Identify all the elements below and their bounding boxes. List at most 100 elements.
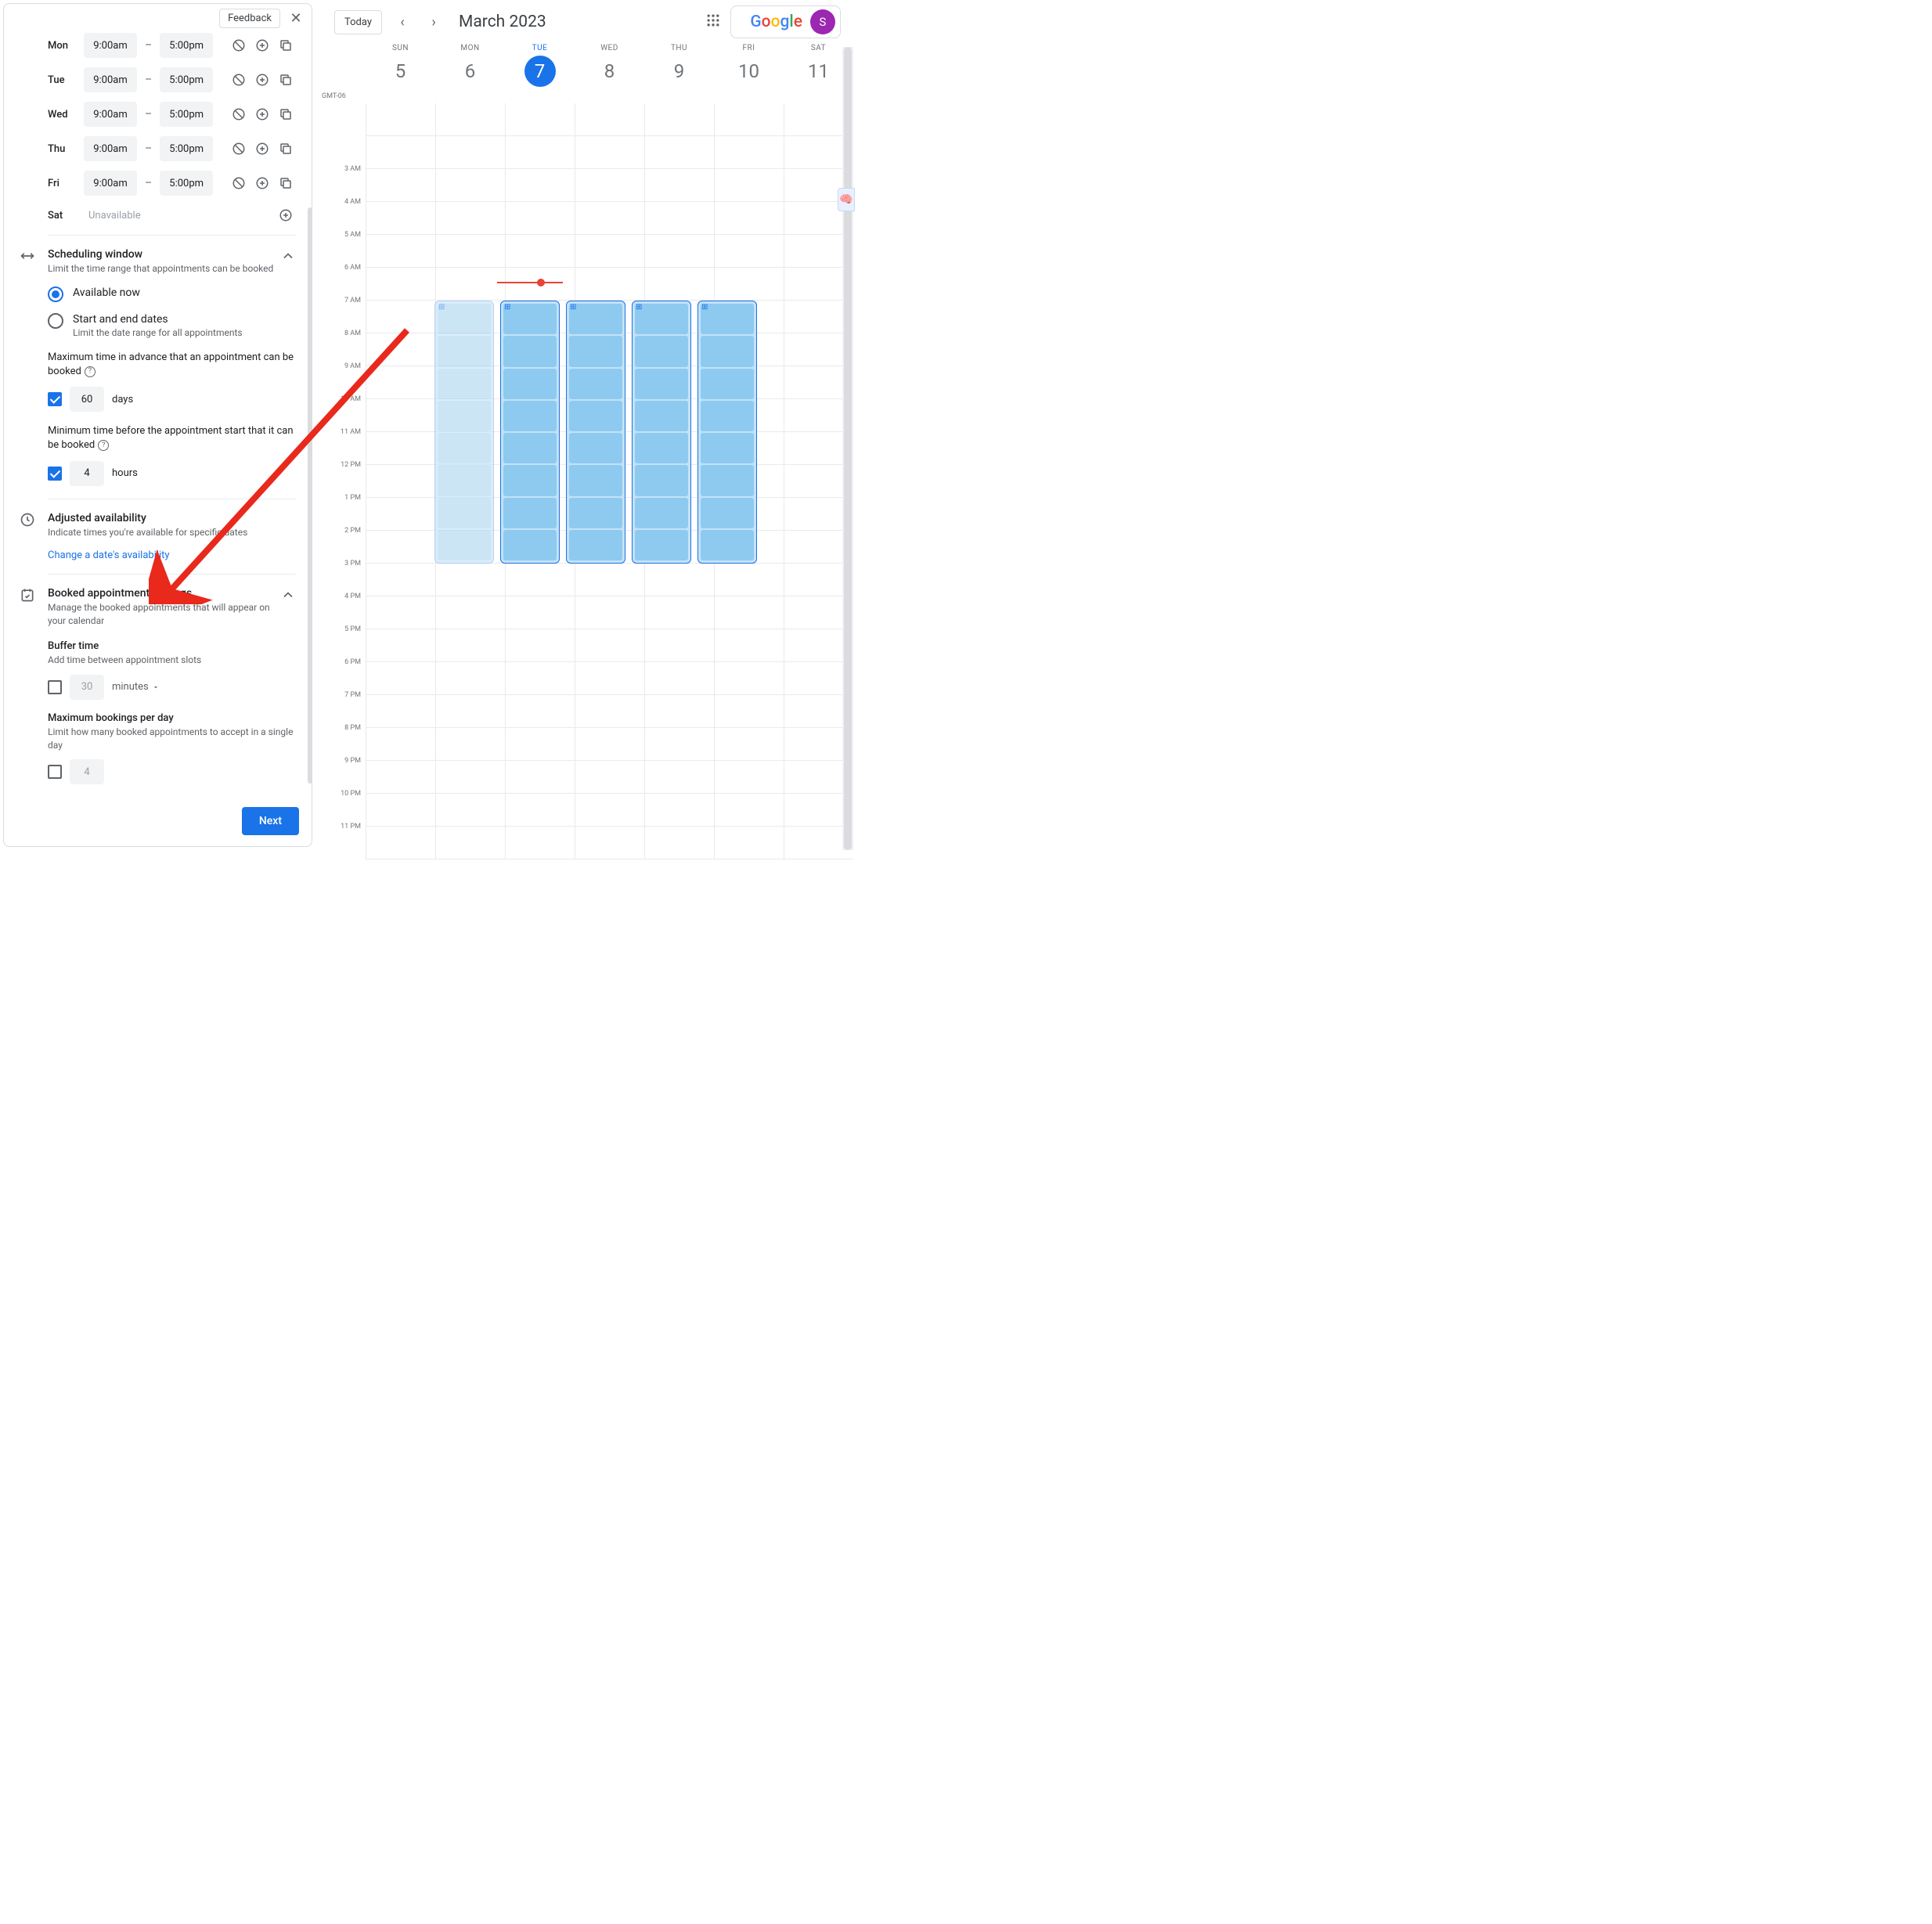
prev-week-icon[interactable]: ‹ [391,11,413,33]
appointment-slots[interactable]: ⊞ [632,301,691,564]
end-time-input[interactable] [160,136,213,161]
end-time-input[interactable] [160,67,213,92]
end-time-input[interactable] [160,33,213,58]
slot-block[interactable] [438,530,491,560]
change-date-link[interactable]: Change a date's availability [48,549,296,561]
slot-block[interactable] [438,336,491,366]
close-icon[interactable]: ✕ [287,9,305,28]
slot-block[interactable] [438,498,491,528]
copy-icon[interactable] [276,35,296,56]
slot-block[interactable] [701,369,754,399]
day-column-header[interactable]: MON 6 [435,44,505,103]
min-before-input[interactable] [70,461,104,486]
slot-block[interactable] [569,336,622,366]
slot-block[interactable] [503,433,557,463]
chevron-up-icon[interactable] [280,587,296,606]
unavailable-icon[interactable] [229,104,249,124]
unavailable-icon[interactable] [229,139,249,159]
slot-block[interactable] [701,465,754,495]
available-now-radio[interactable] [48,286,63,302]
add-slot-icon[interactable] [252,35,272,56]
copy-icon[interactable] [276,70,296,90]
apps-icon[interactable] [705,13,721,31]
slot-block[interactable] [438,401,491,431]
day-column-header[interactable]: FRI 10 [714,44,784,103]
calendar-scrollbar[interactable] [842,47,853,850]
slot-block[interactable] [635,498,688,528]
chevron-up-icon[interactable] [280,248,296,267]
start-time-input[interactable] [84,102,137,127]
slot-block[interactable] [635,336,688,366]
slot-block[interactable] [569,465,622,495]
add-slot-icon[interactable] [252,139,272,159]
slot-block[interactable] [438,433,491,463]
grid-column[interactable] [366,103,435,859]
slot-block[interactable] [569,530,622,560]
day-column-header[interactable]: TUE 7 [505,44,575,103]
side-tab-icon[interactable]: 🧠 [838,188,855,211]
slot-block[interactable] [569,498,622,528]
unavailable-icon[interactable] [229,35,249,56]
end-time-input[interactable] [160,171,213,196]
slot-block[interactable] [701,433,754,463]
appointment-slots[interactable]: ⊞ [566,301,625,564]
slot-block[interactable] [438,465,491,495]
next-week-icon[interactable]: › [423,11,445,33]
slot-block[interactable] [701,530,754,560]
appointment-slots[interactable]: ⊞ [697,301,757,564]
avatar[interactable]: S [810,9,835,34]
panel-scrollbar[interactable] [308,207,312,784]
add-slot-icon[interactable] [276,205,296,225]
slot-block[interactable] [635,465,688,495]
start-end-dates-radio[interactable] [48,313,63,329]
slot-block[interactable] [438,369,491,399]
slot-block[interactable] [569,401,622,431]
slot-block[interactable] [503,369,557,399]
slot-block[interactable] [569,433,622,463]
max-bookings-input[interactable] [70,759,104,784]
unavailable-icon[interactable] [229,173,249,193]
copy-icon[interactable] [276,173,296,193]
today-button[interactable]: Today [334,10,382,34]
max-advance-input[interactable] [70,387,104,412]
day-column-header[interactable]: SUN 5 [366,44,435,103]
appointment-slots[interactable]: ⊞ [500,301,560,564]
end-time-input[interactable] [160,102,213,127]
appointment-slots[interactable]: ⊞ [434,301,494,564]
help-icon[interactable]: ? [85,366,96,377]
copy-icon[interactable] [276,104,296,124]
buffer-unit-dropdown[interactable]: minutes [112,681,160,693]
buffer-checkbox[interactable] [48,680,62,694]
next-button[interactable]: Next [242,807,299,835]
day-column-header[interactable]: THU 9 [644,44,714,103]
start-time-input[interactable] [84,136,137,161]
slot-block[interactable] [701,498,754,528]
day-column-header[interactable]: WED 8 [575,44,644,103]
google-account[interactable]: Google S [730,5,841,38]
slot-block[interactable] [635,369,688,399]
slot-block[interactable] [503,498,557,528]
start-time-input[interactable] [84,67,137,92]
max-bookings-checkbox[interactable] [48,765,62,779]
slot-block[interactable] [701,336,754,366]
slot-block[interactable] [569,369,622,399]
slot-block[interactable] [503,401,557,431]
start-time-input[interactable] [84,33,137,58]
slot-block[interactable] [635,433,688,463]
slot-block[interactable] [503,336,557,366]
buffer-input[interactable] [70,675,104,700]
help-icon[interactable]: ? [98,440,109,451]
add-slot-icon[interactable] [252,173,272,193]
slot-block[interactable] [503,530,557,560]
add-slot-icon[interactable] [252,70,272,90]
slot-block[interactable] [635,530,688,560]
add-slot-icon[interactable] [252,104,272,124]
unavailable-icon[interactable] [229,70,249,90]
slot-block[interactable] [701,401,754,431]
slot-block[interactable] [635,401,688,431]
slot-block[interactable] [503,465,557,495]
copy-icon[interactable] [276,139,296,159]
feedback-button[interactable]: Feedback [219,9,280,28]
max-advance-checkbox[interactable] [48,392,62,406]
start-time-input[interactable] [84,171,137,196]
